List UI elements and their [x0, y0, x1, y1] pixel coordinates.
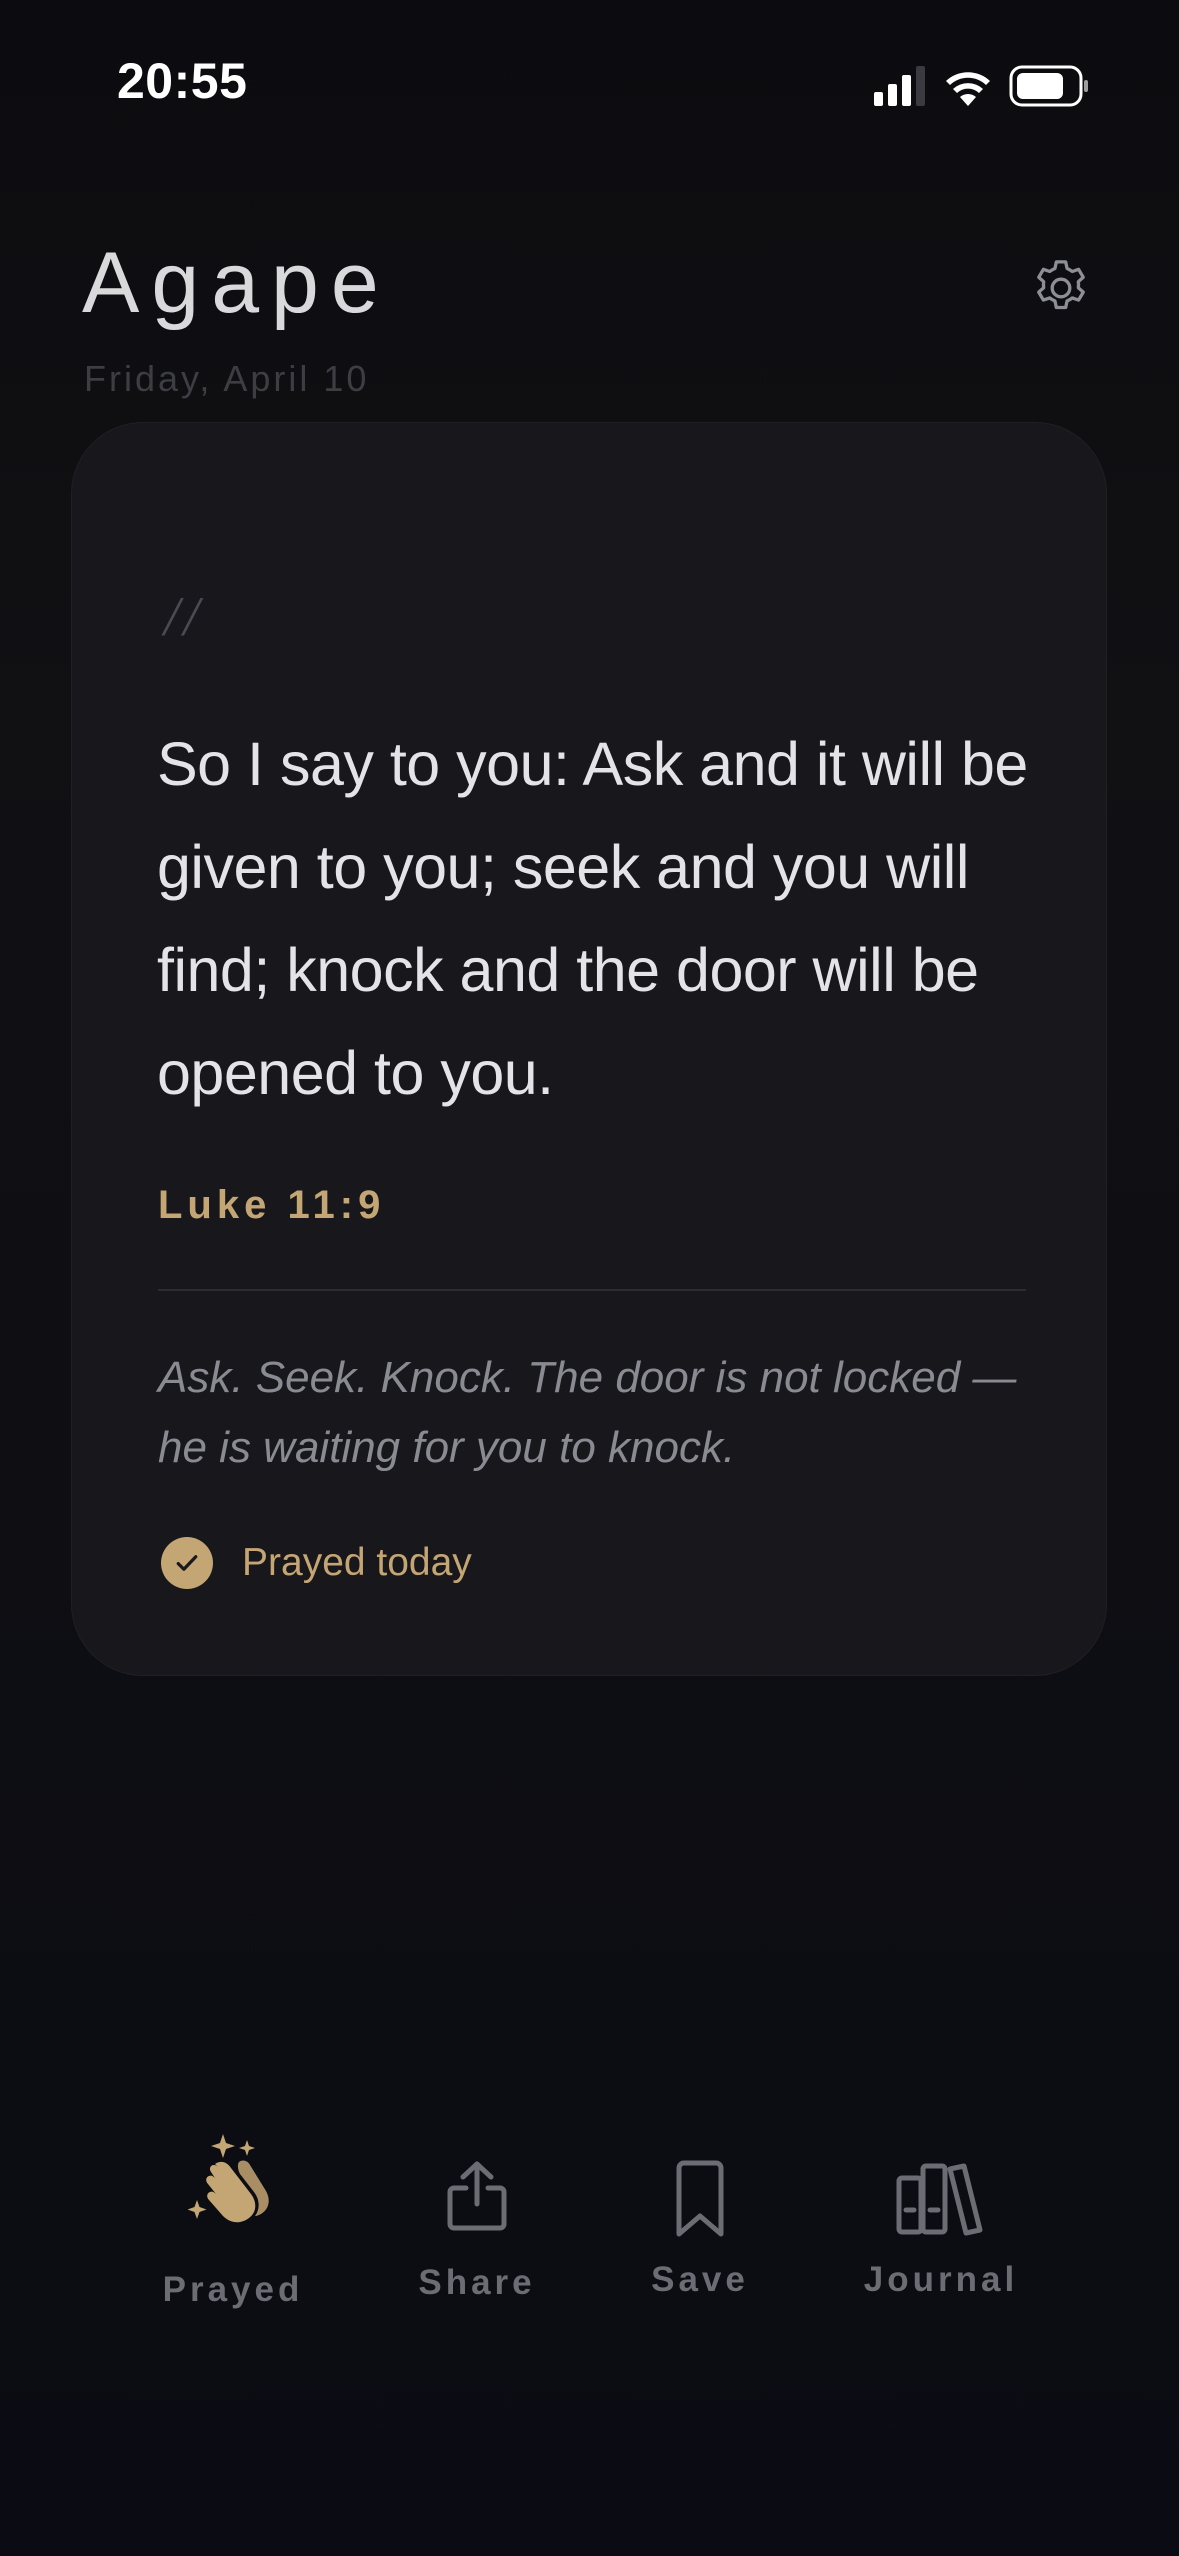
prayed-today-label: Prayed today [242, 1541, 472, 1584]
reflection-text: Ask. Seek. Knock. The door is not locked… [158, 1353, 1017, 1472]
journal-label: Journal [863, 2260, 1019, 2299]
share-label: Share [418, 2263, 536, 2302]
status-bar: 20:55 [0, 0, 1179, 170]
save-label: Save [651, 2260, 749, 2299]
gear-icon [1037, 260, 1085, 310]
praying-hands-sparkles-icon [185, 2130, 281, 2235]
prayed-today-status: Prayed today [158, 1535, 472, 1591]
books-icon [895, 2160, 987, 2241]
checkmark-icon [161, 1537, 213, 1589]
app-title: Agape [82, 235, 391, 331]
settings-button[interactable] [1028, 255, 1094, 321]
status-time: 20:55 [117, 53, 248, 109]
bookmark-icon [673, 2160, 727, 2243]
prayed-label: Prayed [162, 2270, 304, 2309]
verse-card: // So I say to you: Ask and it will be g… [71, 422, 1107, 1676]
share-icon [444, 2160, 510, 2237]
prayed-button[interactable]: Prayed [133, 2130, 333, 2330]
verse-reference: Luke 11:9 [158, 1183, 386, 1227]
save-button[interactable]: Save [600, 2130, 800, 2330]
verse-text: So I say to you: Ask and it will be give… [157, 730, 1028, 1107]
action-bar: Prayed Share Save Journal [0, 2130, 1179, 2330]
cellular-signal-icon [874, 66, 925, 106]
journal-button[interactable]: Journal [841, 2130, 1041, 2330]
app-date: Friday, April 10 [84, 358, 370, 399]
wifi-icon [946, 72, 990, 106]
battery-icon [1009, 65, 1088, 107]
divider [158, 1289, 1026, 1291]
share-button[interactable]: Share [377, 2130, 577, 2330]
quote-mark: // [164, 586, 204, 648]
status-icons [870, 62, 1090, 112]
